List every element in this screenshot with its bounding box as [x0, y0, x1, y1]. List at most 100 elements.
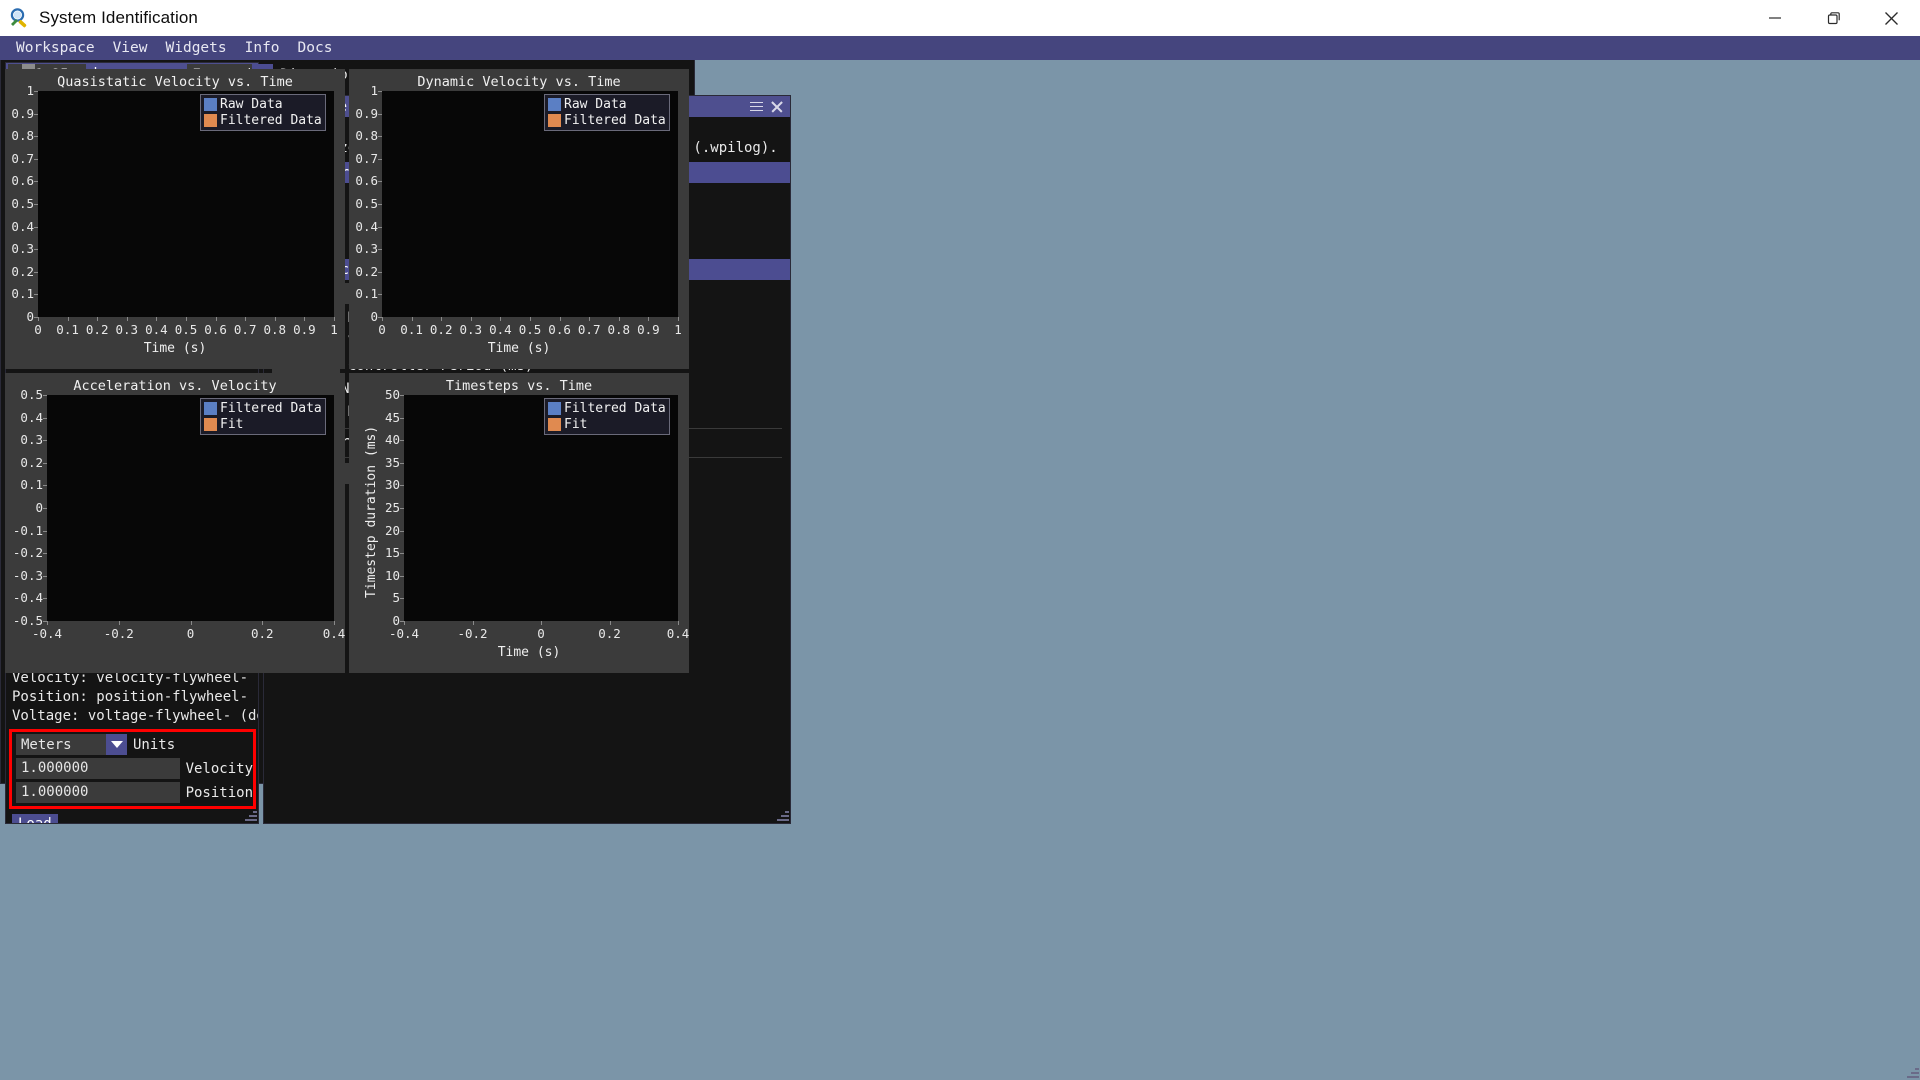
- y-axis-tickmark: [378, 226, 382, 228]
- x-axis-tickmark: [118, 621, 120, 625]
- menu-item-view[interactable]: View: [104, 36, 157, 60]
- x-axis-tick: 0.4: [322, 626, 345, 641]
- position-factor-input[interactable]: 1.000000: [16, 782, 180, 803]
- diagnostic-plots-panel: Diagnostic Plots 1.25 Point Size Forward…: [0, 36, 1919, 1078]
- legend-label: Filtered Data: [220, 113, 322, 128]
- plot-legend[interactable]: Filtered Data Fit: [544, 398, 670, 435]
- y-axis-tickmark: [34, 113, 38, 115]
- y-axis-tick: 0.3: [355, 241, 378, 257]
- x-axis-label: Time (s): [497, 645, 561, 660]
- plot-timesteps[interactable]: Timesteps vs. Time Timestep duration (ms…: [349, 373, 689, 673]
- x-axis-tickmark: [67, 317, 69, 321]
- chevron-down-icon[interactable]: [106, 734, 127, 755]
- plot-quasistatic-velocity[interactable]: Quasistatic Velocity vs. Time Raw Data F…: [5, 69, 345, 369]
- y-axis-tickmark: [34, 226, 38, 228]
- units-value: Meters: [21, 736, 72, 753]
- y-axis-tickmark: [400, 575, 404, 577]
- plot-title: Quasistatic Velocity vs. Time: [57, 74, 293, 90]
- y-axis-tick: 0.1: [11, 286, 34, 302]
- y-axis-tick: 0.1: [20, 477, 43, 493]
- resize-grip[interactable]: [244, 809, 257, 822]
- position-factor-row: 1.000000 Position: [16, 782, 253, 803]
- menu-item-info[interactable]: Info: [236, 36, 289, 60]
- window-controls: [1746, 0, 1920, 36]
- y-axis-tick: -0.1: [12, 522, 43, 538]
- resize-grip[interactable]: [776, 809, 789, 822]
- x-axis-tickmark: [648, 317, 650, 321]
- y-axis-tickmark: [400, 462, 404, 464]
- x-axis-tickmark: [274, 317, 276, 321]
- y-axis-tickmark: [34, 249, 38, 251]
- menu-item-widgets[interactable]: Widgets: [157, 36, 236, 60]
- y-axis-tick: 35: [384, 454, 400, 470]
- y-axis-tick: -0.2: [12, 545, 43, 561]
- legend-item: Filtered Data: [548, 401, 666, 416]
- close-button[interactable]: [1862, 0, 1920, 36]
- legend-label: Filtered Data: [564, 401, 666, 416]
- y-axis-tick: 0.5: [20, 387, 43, 402]
- y-axis-tick: 0.8: [355, 128, 378, 144]
- legend-swatch-icon: [548, 418, 561, 431]
- y-axis-tick: 0.9: [355, 105, 378, 121]
- legend-label: Fit: [220, 417, 244, 432]
- legend-label: Filtered Data: [220, 401, 322, 416]
- x-axis-tick: 1: [674, 322, 682, 337]
- y-axis-tickmark: [43, 553, 47, 555]
- units-dropdown[interactable]: Meters: [16, 734, 127, 755]
- x-axis-tick: -0.2: [103, 626, 134, 641]
- y-axis-tick: 0.7: [355, 150, 378, 166]
- legend-item: Filtered Data: [204, 113, 322, 128]
- magnifier-icon: [9, 7, 31, 29]
- x-axis-tickmark: [334, 621, 335, 625]
- velocity-factor-input[interactable]: 1.000000: [16, 758, 180, 779]
- application-root: Workspace View Widgets Info Docs Log Loa…: [0, 36, 1920, 1080]
- legend-item: Fit: [204, 417, 322, 432]
- y-axis-tickmark: [43, 485, 47, 487]
- y-axis-tick: 5: [392, 590, 400, 606]
- x-axis-tickmark: [618, 317, 620, 321]
- y-axis-tick: 0: [35, 500, 43, 515]
- close-icon[interactable]: [770, 100, 783, 113]
- menu-item-workspace[interactable]: Workspace: [7, 36, 104, 60]
- x-axis-tick: -0.2: [457, 626, 488, 641]
- x-axis-tickmark: [304, 317, 306, 321]
- plot-legend[interactable]: Raw Data Filtered Data: [544, 94, 670, 131]
- y-axis-tick: 0.6: [11, 173, 34, 189]
- y-axis-tickmark: [378, 181, 382, 183]
- position-factor-label: Position: [185, 784, 253, 801]
- legend-swatch-icon: [204, 418, 217, 431]
- y-axis-tick: 1: [26, 83, 34, 98]
- x-axis-tickmark: [190, 621, 192, 625]
- velocity-factor-row: 1.000000 Velocity: [16, 758, 253, 779]
- plot-dynamic-velocity[interactable]: Dynamic Velocity vs. Time Raw Data Filte…: [349, 69, 689, 369]
- plot-legend[interactable]: Filtered Data Fit: [200, 398, 326, 435]
- y-axis-tickmark: [400, 598, 404, 600]
- maximize-button[interactable]: [1804, 0, 1862, 36]
- y-axis-tick: 40: [384, 432, 400, 448]
- minimize-button[interactable]: [1746, 0, 1804, 36]
- y-axis-tick: 0.5: [11, 196, 34, 211]
- menu-icon[interactable]: [750, 101, 763, 112]
- x-axis-tickmark: [470, 317, 472, 321]
- y-axis-tickmark: [34, 91, 38, 92]
- y-axis-tick: 0.4: [355, 218, 378, 234]
- x-axis-tick: 0.4: [666, 626, 689, 641]
- plot-acceleration-velocity[interactable]: Acceleration vs. Velocity Filtered Data …: [5, 373, 345, 673]
- window-title: System Identification: [39, 8, 198, 27]
- plot-legend[interactable]: Raw Data Filtered Data: [200, 94, 326, 131]
- legend-label: Raw Data: [564, 97, 627, 112]
- y-axis-tick: 20: [384, 522, 400, 538]
- menu-item-docs[interactable]: Docs: [289, 36, 342, 60]
- x-axis-tickmark: [97, 317, 99, 321]
- y-axis-tickmark: [400, 440, 404, 442]
- resize-grip[interactable]: [1906, 1066, 1919, 1079]
- y-axis-tickmark: [400, 530, 404, 532]
- load-button[interactable]: Load: [12, 814, 58, 823]
- legend-label: Fit: [564, 417, 588, 432]
- y-axis-tick: 0.4: [11, 218, 34, 234]
- x-axis-tick: 0: [537, 626, 545, 641]
- menu-bar: Workspace View Widgets Info Docs: [0, 36, 1920, 60]
- y-axis-tickmark: [43, 462, 47, 464]
- y-axis-tickmark: [43, 530, 47, 532]
- x-axis-tick: 0.2: [250, 626, 274, 641]
